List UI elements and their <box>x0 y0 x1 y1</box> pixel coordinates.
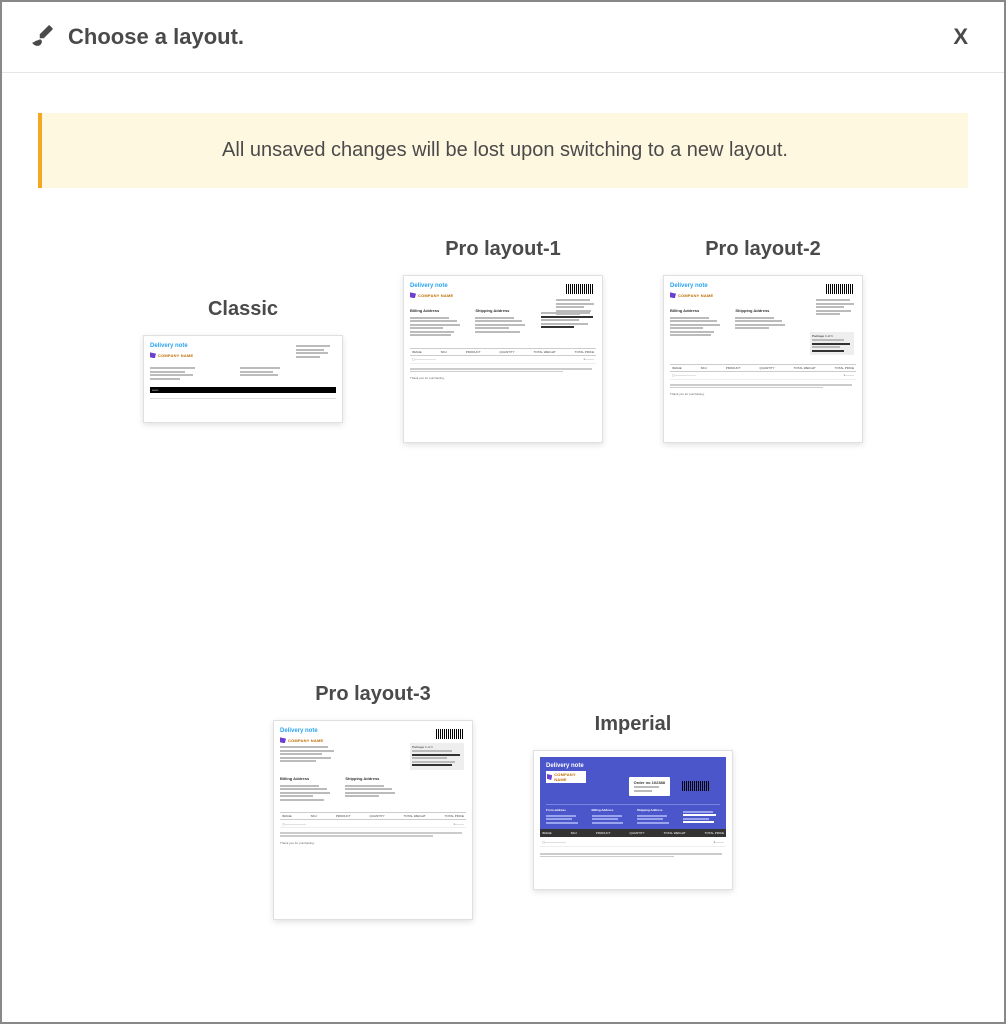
preview-logo: COMPANY NAME <box>546 771 586 783</box>
layout-preview-pro2: Delivery note COMPANY NAME Billing Addre… <box>663 275 863 443</box>
header-left: Choose a layout. <box>30 22 244 53</box>
logo-text: COMPANY NAME <box>288 738 323 744</box>
logo-mark-icon <box>150 352 156 358</box>
barcode-icon <box>436 729 464 739</box>
preview-thankyou: Thank you for purchasing. <box>670 392 856 396</box>
barcode-icon <box>682 781 710 791</box>
preview-package-box: Package 1 of 1 <box>810 332 854 355</box>
preview-table-header: IMAGE SKU PRODUCT QUANTITY TOTAL WEIGHT … <box>410 348 596 356</box>
layout-grid: Classic Delivery note COMPANY NAME <box>2 188 1004 970</box>
logo-text: COMPANY NAME <box>158 353 193 359</box>
layout-option-imperial[interactable]: Imperial Delivery note COMPANY NAME Orde… <box>533 713 733 920</box>
preview-address-right <box>556 296 596 317</box>
layout-preview-pro3: Delivery note COMPANY NAME Package 1 of … <box>273 720 473 920</box>
logo-text: COMPANY NAME <box>418 293 453 299</box>
layout-preview-pro1: Delivery note COMPANY NAME Billing Addre… <box>403 275 603 443</box>
preview-order-box: Order no 102388 <box>629 777 670 796</box>
logo-mark-icon <box>280 737 286 743</box>
logo-mark-icon <box>547 774 552 780</box>
preview-imperial-header: Delivery note COMPANY NAME Order no 1023… <box>540 757 726 829</box>
preview-heading: Delivery note <box>546 763 720 769</box>
layout-title: Pro layout-1 <box>445 238 561 261</box>
close-button[interactable]: X <box>945 20 976 54</box>
preview-shipping-label: Shipping Address <box>345 776 400 782</box>
preview-address-right <box>296 342 336 359</box>
warning-text: All unsaved changes will be lost upon sw… <box>222 139 788 161</box>
layout-preview-imperial: Delivery note COMPANY NAME Order no 1023… <box>533 750 733 890</box>
grid-row-2: Pro layout-3 Delivery note COMPANY NAME … <box>42 683 964 920</box>
layout-title: Pro layout-2 <box>705 238 821 261</box>
preview-table-header: IMAGE SKU PRODUCT QUANTITY TOTAL WEIGHT … <box>670 364 856 372</box>
layout-option-pro1[interactable]: Pro layout-1 Delivery note COMPANY NAME … <box>403 238 603 443</box>
layout-title: Classic <box>208 298 278 321</box>
grid-row-1: Classic Delivery note COMPANY NAME <box>42 238 964 443</box>
modal-title: Choose a layout. <box>68 24 244 50</box>
preview-billing-label: Billing Address <box>280 776 335 782</box>
brush-icon <box>30 22 56 53</box>
modal-header: Choose a layout. X <box>2 2 1004 73</box>
layout-option-classic[interactable]: Classic Delivery note COMPANY NAME <box>143 298 343 443</box>
preview-billing-label: Billing Address <box>410 308 465 314</box>
layout-option-pro2[interactable]: Pro layout-2 Delivery note COMPANY NAME … <box>663 238 863 443</box>
preview-table-header: IMAGE SKU PRODUCT QUANTITY TOTAL WEIGHT … <box>280 812 466 820</box>
preview-billing-label: Billing Address <box>670 308 725 314</box>
logo-text: COMPANY NAME <box>678 293 713 299</box>
preview-thankyou: Thank you for purchasing. <box>280 841 466 845</box>
barcode-icon <box>566 284 594 294</box>
preview-shipping-label: Shipping Address <box>735 308 790 314</box>
barcode-icon <box>826 284 854 294</box>
preview-table-header: IMAGE SKU PRODUCT QUANTITY TOTAL WEIGHT … <box>540 829 726 837</box>
preview-thankyou: Thank you for purchasing. <box>410 376 596 380</box>
logo-mark-icon <box>410 292 416 298</box>
warning-banner: All unsaved changes will be lost upon sw… <box>38 113 968 188</box>
preview-address-right <box>816 296 856 317</box>
layout-preview-classic: Delivery note COMPANY NAME •••••• <box>143 335 343 423</box>
logo-mark-icon <box>670 292 676 298</box>
preview-shipping-label: Shipping Address <box>475 308 530 314</box>
layout-title: Imperial <box>595 713 672 736</box>
layout-title: Pro layout-3 <box>315 683 431 706</box>
layout-option-pro3[interactable]: Pro layout-3 Delivery note COMPANY NAME … <box>273 683 473 920</box>
preview-package-box: Package 1 of 1 <box>410 743 464 770</box>
logo-text: COMPANY NAME <box>554 772 585 782</box>
